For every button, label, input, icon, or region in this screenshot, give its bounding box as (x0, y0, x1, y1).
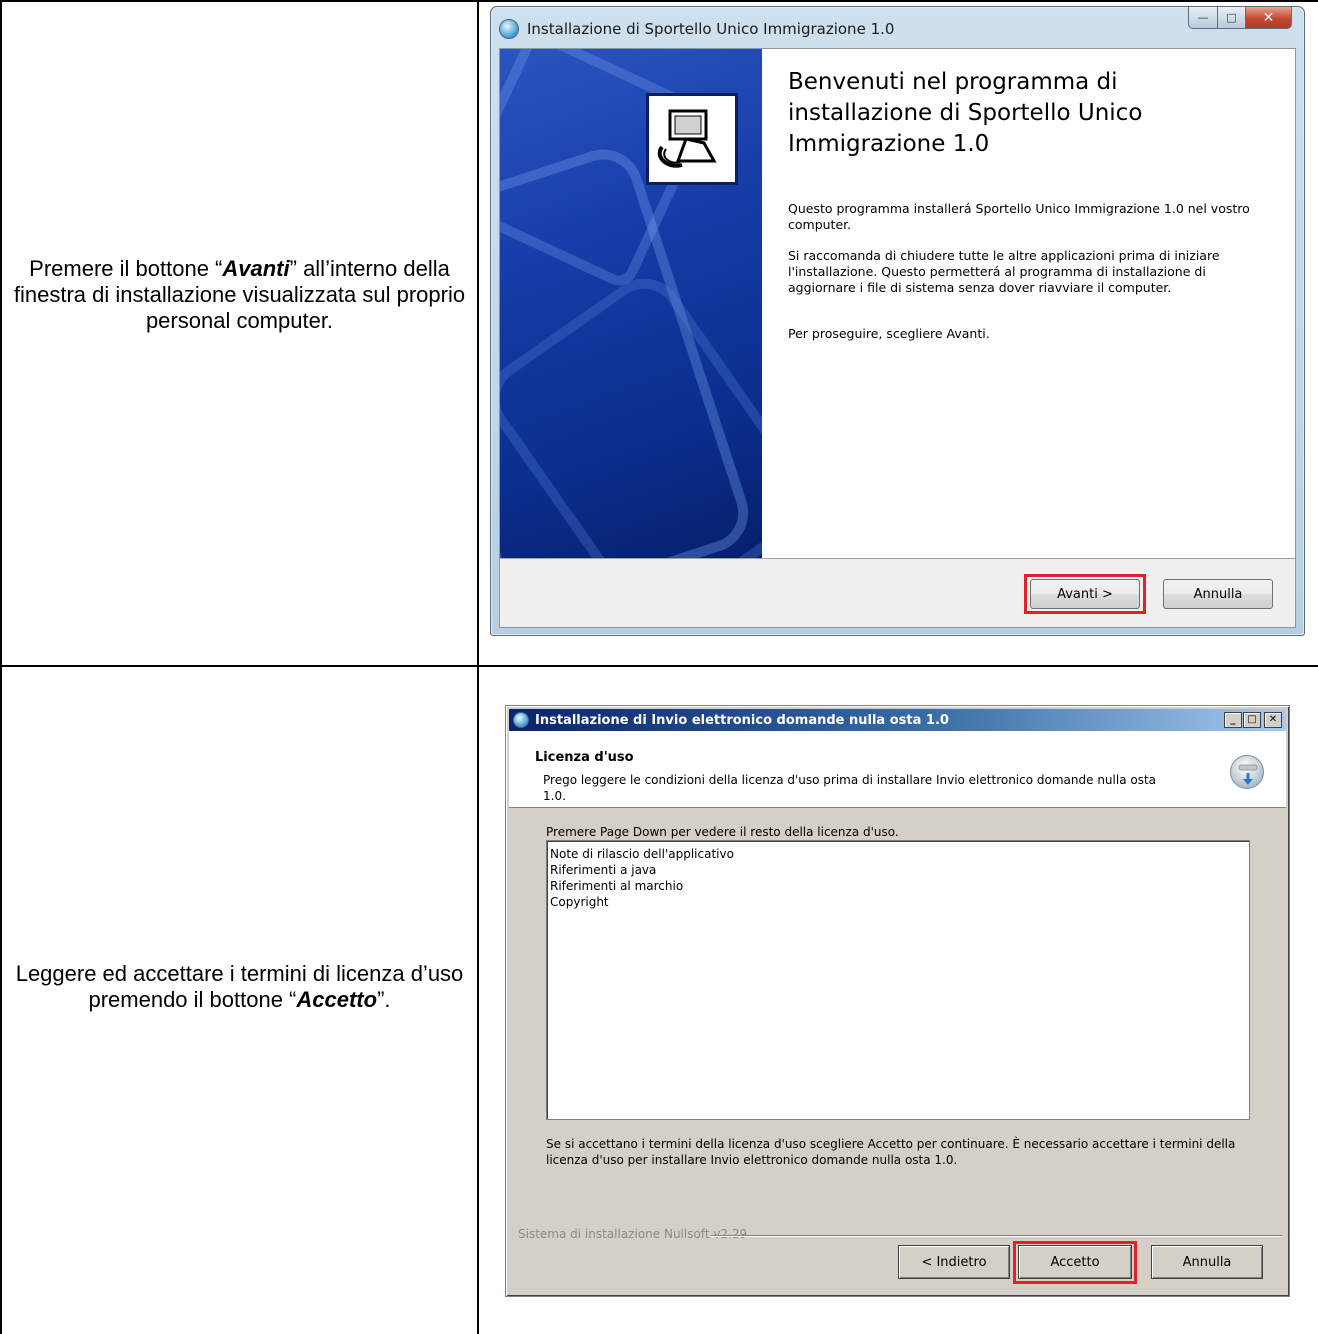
window-title: Installazione di Invio elettronico doman… (535, 712, 949, 728)
maximize-button[interactable]: □ (1243, 712, 1261, 728)
highlight-frame (1024, 574, 1146, 614)
installer-window-license: Installazione di Invio elettronico doman… (505, 705, 1290, 1297)
close-button[interactable]: ✕ (1246, 7, 1292, 29)
page-down-hint: Premere Page Down per vedere il resto de… (546, 825, 899, 839)
installer-icon (646, 93, 738, 185)
accept-terms-text: Se si accettano i termini della licenza … (546, 1137, 1236, 1167)
installer-side-banner (500, 49, 762, 558)
instruction-emphasis: Accetto (296, 987, 378, 1012)
installer-logo-icon (1230, 755, 1264, 789)
window-titlebar: Installazione di Invio elettronico doman… (509, 709, 1286, 731)
license-line: Riferimenti a java (550, 863, 657, 877)
table-row-divider (0, 665, 1318, 667)
license-header: Licenza d'uso Prego leggere le condizion… (509, 731, 1286, 808)
instruction-text: ”. (377, 987, 391, 1012)
highlight-frame (1013, 1241, 1137, 1284)
instruction-text: Leggere ed accettare i termini di licenz… (15, 961, 464, 1012)
close-button[interactable]: ✕ (1264, 712, 1282, 728)
window-title: Installazione di Sportello Unico Immigra… (527, 20, 895, 38)
minimize-button[interactable]: _ (1224, 712, 1242, 728)
license-line: Note di rilascio dell'applicativo (550, 847, 734, 861)
installer-app-icon (513, 712, 529, 728)
instruction-step-2: Leggere ed accettare i termini di licenz… (2, 961, 477, 1013)
license-line: Copyright (550, 895, 609, 909)
minimize-button[interactable]: — (1188, 7, 1218, 29)
branding-divider (711, 1235, 1283, 1237)
license-subtitle: Prego leggere le condizioni della licenz… (543, 773, 1157, 803)
installer-app-icon (499, 19, 519, 39)
license-line: Riferimenti al marchio (550, 879, 684, 893)
license-text-box[interactable]: Note di rilascio dell'applicativo Riferi… (546, 840, 1250, 1120)
welcome-panel: Benvenuti nel programma di installazione… (762, 49, 1295, 558)
welcome-heading: Benvenuti nel programma di installazione… (788, 69, 1143, 157)
instruction-step-1: Premere il bottone “Avanti” all’interno … (2, 256, 477, 334)
welcome-paragraph: Questo programma installerá Sportello Un… (788, 201, 1250, 232)
nullsoft-branding: Sistema di installazione Nullsoft v2.29 (518, 1227, 748, 1241)
window-client-area: Benvenuti nel programma di installazione… (499, 48, 1296, 628)
cancel-button[interactable]: Annulla (1151, 1245, 1263, 1279)
back-button[interactable]: < Indietro (898, 1245, 1010, 1279)
installer-window-welcome: Installazione di Sportello Unico Immigra… (490, 6, 1305, 636)
license-title: Licenza d'uso (535, 750, 634, 765)
instruction-emphasis: Avanti (222, 256, 290, 281)
window-controls: — □ ✕ (1188, 7, 1292, 29)
maximize-button[interactable]: □ (1218, 7, 1246, 29)
table-column-divider (477, 0, 479, 1334)
window-footer: Avanti > Annulla (500, 558, 1295, 627)
document-table: Premere il bottone “Avanti” all’interno … (0, 0, 1318, 1334)
cancel-button[interactable]: Annulla (1163, 579, 1273, 609)
welcome-paragraph: Si raccomanda di chiudere tutte le altre… (788, 248, 1220, 295)
window-titlebar: Installazione di Sportello Unico Immigra… (499, 17, 894, 41)
table-border-top (0, 0, 1318, 2)
welcome-paragraph: Per proseguire, scegliere Avanti. (788, 326, 990, 341)
table-border-left (0, 0, 2, 1334)
instruction-text: Premere il bottone “ (29, 256, 223, 281)
